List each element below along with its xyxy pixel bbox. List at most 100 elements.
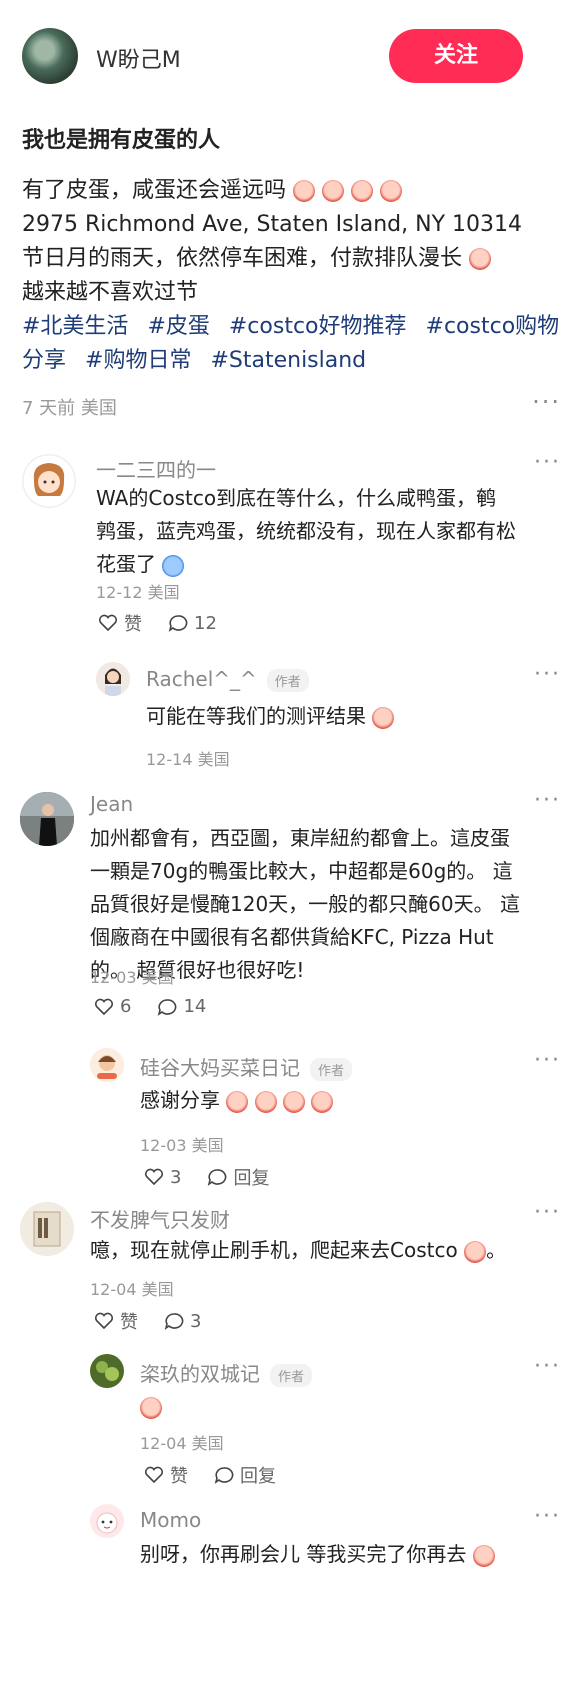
avatar[interactable] [96,662,130,696]
reply-text [140,1390,162,1423]
reply-author[interactable]: 硅谷大妈买菜日记 作者 [140,1052,353,1081]
comment-text: 加州都會有，西亞圖，東岸紐約都會上。這皮蛋一顆是70g的鴨蛋比較大，中超都是60… [90,826,520,982]
comments-section: 一二三四的一 ··· WA的Costco到底在等什么，什么咸鸭蛋，鹌鹑蛋，蓝壳鸡… [0,434,583,1694]
emoji-icon [464,1240,487,1263]
emoji-icon [380,180,403,202]
heart-icon [94,1312,114,1330]
emoji-icon [293,180,316,202]
like-button[interactable]: 6 [94,996,131,1017]
avatar[interactable] [20,792,74,846]
comment-meta: 12-04 美国 [90,1280,174,1299]
more-icon[interactable]: ··· [534,450,561,475]
author-avatar[interactable] [22,28,78,84]
avatar-photo-icon [96,662,130,696]
comment-meta: 12-12 美国 [96,583,180,602]
post-line: 越来越不喜欢过节 [22,280,199,305]
emoji-icon [311,1090,334,1113]
reply-meta: 12-03 美国 [140,1136,224,1155]
author-badge: 作者 [310,1058,353,1081]
tag-link[interactable]: #costco好物推荐 [229,314,407,339]
reply-actions: 赞 回复 [144,1462,276,1488]
emoji-icon [469,248,492,270]
more-icon[interactable]: ··· [534,662,561,687]
more-icon[interactable]: ··· [534,1200,561,1225]
comment-author[interactable]: 一二三四的一 [96,454,216,483]
bubble-icon [214,1467,234,1484]
comment-button[interactable]: 3 [164,1308,201,1334]
avatar-book-icon [20,1202,74,1256]
comment-actions: 6 14 [94,996,206,1017]
bubble-icon [168,615,188,632]
bubble-icon [158,998,177,1016]
reply-meta: 12-04 美国 [140,1434,224,1453]
comment-text: 噫，现在就停止刷手机，爬起来去Costco 。 [90,1238,507,1263]
comment-text: WA的Costco到底在等什么，什么咸鸭蛋，鹌鹑蛋，蓝壳鸡蛋，统统都没有，现在人… [96,486,516,577]
like-button[interactable]: 赞 [98,610,142,636]
comment-button[interactable]: 14 [157,996,206,1017]
like-button[interactable]: 赞 [94,1308,138,1334]
heart-icon [144,1168,164,1186]
heart-icon [98,614,118,632]
more-icon[interactable]: ··· [534,788,561,813]
post-line: 节日月的雨天，依然停车困难，付款排队漫长 [22,242,561,276]
more-icon[interactable]: ··· [532,388,561,416]
post-line: 2975 Richmond Ave, Staten Island, NY 103… [22,212,522,237]
avatar-cartoon-icon [90,1504,124,1538]
avatar-cartoon-icon [90,1048,124,1082]
reply-text: 别呀，你再刷会儿 等我买完了你再去 [140,1538,560,1571]
author-badge: 作者 [266,669,309,692]
post-tags: #北美生活 #皮蛋 #costco好物推荐 #costco购物分享 #购物日常 … [22,310,561,378]
tag-link[interactable]: #购物日常 [85,348,191,373]
like-button[interactable]: 赞 [144,1462,188,1488]
comment-author[interactable]: Jean [90,792,133,816]
emoji-icon [254,1090,277,1113]
emoji-icon [283,1090,306,1113]
comment-actions: 赞 3 [94,1308,201,1334]
comment-author[interactable]: 不发脾气只发财 [90,1204,230,1233]
emoji-icon [162,554,185,577]
avatar-drawing-icon [22,454,76,508]
post-header: W盼己M 关注 [0,0,583,110]
post-line: 有了皮蛋，咸蛋还会遥远吗 [22,174,561,208]
reply-meta: 12-14 美国 [146,750,230,769]
emoji-icon [226,1090,249,1113]
reply-text: 感谢分享 [140,1084,334,1117]
bubble-icon [164,1313,184,1330]
emoji-icon [351,180,374,202]
post-title: 我也是拥有皮蛋的人 [22,128,221,153]
reply-button[interactable]: 回复 [214,1462,276,1488]
reply-author[interactable]: Momo [140,1508,201,1532]
reply-author[interactable]: Rachel^_^ 作者 [146,667,309,692]
heart-icon [144,1466,164,1484]
emoji-icon [372,706,395,729]
comment-meta: 12-03 美国 [90,968,174,987]
author-name[interactable]: W盼己M [96,42,181,74]
tag-link[interactable]: #皮蛋 [147,314,209,339]
avatar[interactable] [90,1504,124,1538]
comment-button[interactable]: 12 [168,610,217,636]
tag-link[interactable]: #Statenisland [210,348,366,373]
author-badge: 作者 [270,1364,313,1387]
avatar-photo-icon [20,792,74,846]
tag-link[interactable]: #北美生活 [22,314,128,339]
avatar[interactable] [90,1354,124,1388]
avatar-plant-icon [90,1354,124,1388]
more-icon[interactable]: ··· [534,1354,561,1379]
more-icon[interactable]: ··· [534,1504,561,1529]
more-icon[interactable]: ··· [534,1048,561,1073]
like-button[interactable]: 3 [144,1164,181,1190]
avatar[interactable] [20,1202,74,1256]
heart-icon [94,998,114,1015]
reply-button[interactable]: 回复 [207,1164,269,1190]
comment-actions: 赞 12 [98,610,217,636]
reply-actions: 3 回复 [144,1164,269,1190]
emoji-icon [322,180,345,202]
post-body: 我也是拥有皮蛋的人 有了皮蛋，咸蛋还会遥远吗 2975 Richmond Ave… [0,122,583,434]
follow-button[interactable]: 关注 [389,29,523,83]
emoji-icon [472,1544,495,1567]
avatar[interactable] [22,454,76,508]
post-meta: 7 天前 美国 [22,398,117,419]
reply-author[interactable]: 栥玖的双城记 作者 [140,1358,313,1387]
emoji-icon [140,1396,162,1419]
avatar[interactable] [90,1048,124,1082]
